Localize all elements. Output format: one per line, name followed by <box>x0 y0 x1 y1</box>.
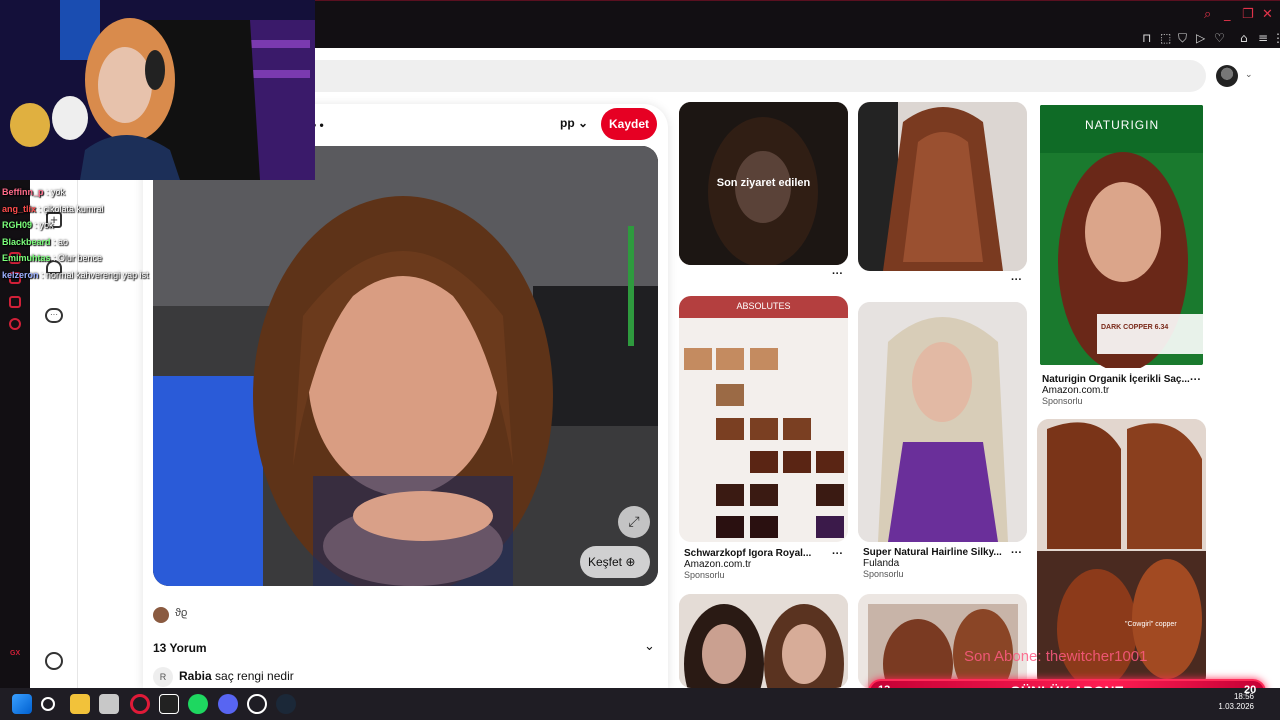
chat-user: Emimuhtas <box>2 253 51 263</box>
search-input[interactable] <box>240 60 1206 92</box>
webcam-overlay <box>0 0 315 180</box>
snapshot-icon[interactable]: ⬚ <box>1160 31 1171 45</box>
play-icon[interactable]: ▷ <box>1196 31 1205 45</box>
pin-title[interactable]: Naturigin Organik İçerikli Saç... <box>1042 374 1192 385</box>
more-icon[interactable]: ··· <box>1011 274 1022 286</box>
pin-twins[interactable] <box>679 594 848 688</box>
sponsored-label: Sponsorlu <box>684 570 725 580</box>
chat-line: Blackbeard : ao <box>2 234 302 251</box>
more-icon[interactable]: ··· <box>832 548 843 560</box>
pin-title[interactable]: Schwarzkopf Igora Royal... <box>684 548 834 559</box>
author-avatar[interactable] <box>153 607 169 623</box>
chat-line: kelzeron : normal kahverengi yap ist <box>2 267 302 284</box>
search-icon[interactable]: ⌕ <box>1204 7 1211 22</box>
comment: R Rabia saç rengi nedir <box>153 667 294 687</box>
stream-chat: Beffinn_p : yok ang_tlix : çikolata kumr… <box>2 184 302 283</box>
pin-source[interactable]: Amazon.com.tr <box>684 559 834 570</box>
search-icon[interactable] <box>41 697 55 711</box>
steam-icon[interactable] <box>276 694 296 714</box>
chat-user: Beffinn_p <box>2 187 44 197</box>
avatar[interactable] <box>1216 65 1238 87</box>
chat-line: Beffinn_p : yok <box>2 184 302 201</box>
pin-icon[interactable]: ⊓ <box>1142 31 1151 45</box>
pin-source[interactable]: Fulanda <box>863 558 1013 569</box>
taskbar <box>0 688 1280 720</box>
pin-igora[interactable]: ABSOLUTES <box>679 296 848 542</box>
last-subscriber: Son Abone: thewitcher1001 <box>964 648 1148 665</box>
pin-hairline[interactable] <box>858 302 1027 542</box>
chat-user: kelzeron <box>2 269 39 280</box>
copper-label: "Cowgirl" copper <box>1125 621 1177 628</box>
chat-message: : ao <box>53 236 69 247</box>
download-icon[interactable]: ⋮ <box>1272 31 1280 45</box>
pin-igora-meta: Schwarzkopf Igora Royal... Amazon.com.tr… <box>684 548 834 581</box>
comments-title: 13 Yorum <box>153 641 207 655</box>
author-name[interactable]: ϑϱ <box>175 607 187 619</box>
recent-label: Son ziyaret edilen <box>716 177 811 189</box>
comment-avatar[interactable]: R <box>153 667 173 687</box>
kesfet-button[interactable]: Keşfet ⊕ <box>580 546 650 578</box>
comment-user[interactable]: Rabia <box>179 669 212 683</box>
taskbar-clock[interactable]: 18:56 1.03.2026 <box>1218 692 1254 712</box>
close-icon[interactable]: ✕ <box>1262 7 1273 22</box>
brand-label: NATURIGIN <box>1085 118 1160 132</box>
chat-user: RGH09 <box>2 220 33 230</box>
pin-source[interactable]: Amazon.com.tr <box>1042 385 1192 396</box>
minimize-icon[interactable]: _ <box>1224 7 1231 22</box>
gx-label: GX <box>10 650 21 657</box>
chat-message: : yok <box>46 187 66 197</box>
more-icon[interactable]: ··· <box>1011 547 1022 559</box>
chat-line: ang_tlix : çikolata kumral <box>2 201 302 218</box>
history-icon[interactable] <box>9 296 21 308</box>
chat-user: ang_tlix <box>2 203 37 214</box>
windows-icon[interactable] <box>12 694 32 714</box>
sponsored-label: Sponsorlu <box>1042 396 1083 406</box>
chat-line: RGH09 : yok <box>2 217 302 234</box>
pin-hairline-meta: Super Natural Hairline Silky... Fulanda … <box>863 547 1013 580</box>
more-icon[interactable]: ··· <box>832 268 843 280</box>
expand-icon[interactable]: ⤢ <box>618 506 650 538</box>
pin-recent[interactable]: Son ziyaret edilen <box>679 102 848 265</box>
pin-waves[interactable] <box>858 102 1027 271</box>
pin-salon[interactable] <box>858 594 1027 688</box>
clock-date: 1.03.2026 <box>1218 702 1254 711</box>
spotify-icon[interactable] <box>188 694 208 714</box>
visual-search-icon: ⊕ <box>625 555 636 569</box>
chatgpt-icon[interactable] <box>247 694 267 714</box>
shade-label: DARK COPPER 6.34 <box>1101 324 1169 331</box>
settings-icon[interactable] <box>9 318 21 330</box>
heart-icon[interactable]: ♡ <box>1214 31 1225 45</box>
wallet-icon[interactable]: ⌂ <box>1240 31 1248 45</box>
messages-icon[interactable]: ··· <box>45 308 63 323</box>
chat-message: : çikolata kumral <box>38 203 104 214</box>
audio-icon[interactable] <box>159 694 179 714</box>
pin-naturigin[interactable]: NATURIGIN DARK COPPER 6.34 <box>1037 102 1206 368</box>
chat-line: Emimuhtas : Olur bence <box>2 250 302 267</box>
comment-text: saç rengi nedir <box>215 669 294 684</box>
restore-icon[interactable]: ❐ <box>1242 7 1254 22</box>
shield-icon[interactable]: ⛉ <box>1178 31 1187 46</box>
pin-naturigin-meta: Naturigin Organik İçerikli Saç... Amazon… <box>1042 374 1192 407</box>
app-icon[interactable] <box>99 694 119 714</box>
discord-icon[interactable] <box>218 694 238 714</box>
pin-title[interactable]: Super Natural Hairline Silky... <box>863 547 1013 558</box>
chat-message: : Olur bence <box>53 253 103 263</box>
sponsored-label: Sponsorlu <box>863 569 904 579</box>
settings-gear-icon[interactable] <box>45 652 63 670</box>
clock-time: 18:56 <box>1233 692 1254 701</box>
chat-message: : normal kahverengi yap ist <box>41 269 149 280</box>
opera-gx-icon[interactable] <box>130 694 150 714</box>
chat-user: Blackbeard <box>2 236 51 247</box>
palette-label: ABSOLUTES <box>736 301 791 311</box>
more-icon[interactable]: ··· <box>1190 374 1201 386</box>
save-button[interactable]: Kaydet <box>601 108 657 140</box>
explorer-icon[interactable] <box>70 694 90 714</box>
chevron-down-icon[interactable]: ⌄ <box>1245 70 1253 80</box>
chat-message: : yok <box>34 220 54 230</box>
chevron-down-icon[interactable]: ⌄ <box>644 639 655 654</box>
board-select[interactable]: pp ⌄ <box>560 116 588 130</box>
menu-icon[interactable]: ≡ <box>1258 31 1268 45</box>
